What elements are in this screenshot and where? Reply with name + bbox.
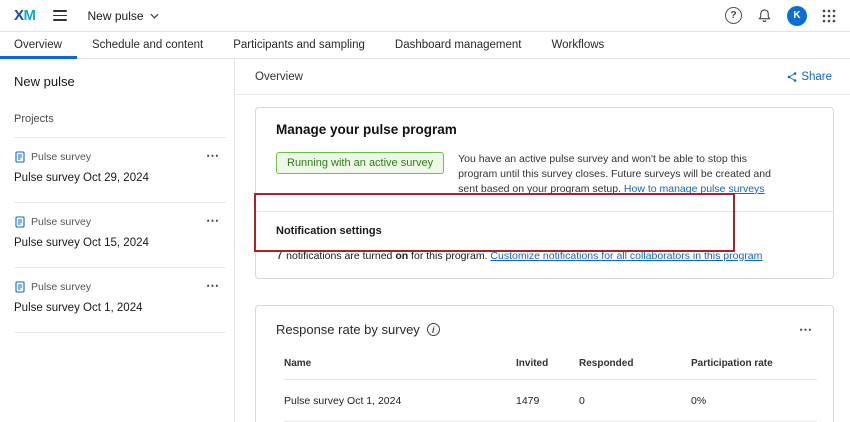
how-to-manage-link[interactable]: How to manage pulse surveys [624, 183, 765, 195]
table-row[interactable]: Pulse survey Oct 1, 2024 1479 0 0% [284, 380, 817, 422]
card-divider [256, 211, 833, 212]
project-name: Pulse survey Oct 29, 2024 [14, 172, 226, 184]
project-name: Pulse survey Oct 15, 2024 [14, 237, 226, 249]
project-options-icon[interactable]: ⋯ [202, 211, 224, 231]
project-list-item[interactable]: Pulse survey Pulse survey Oct 1, 2024 ⋯ [14, 268, 226, 333]
manage-status-row: Running with an active survey You have a… [276, 152, 813, 197]
customize-notifications-link[interactable]: Customize notifications for all collabor… [490, 250, 762, 262]
cell-invited: 1479 [516, 395, 579, 407]
response-card-options-icon[interactable]: ⋯ [795, 320, 817, 340]
project-list: Pulse survey Pulse survey Oct 29, 2024 ⋯… [14, 137, 226, 333]
status-badge: Running with an active survey [276, 152, 444, 174]
xm-logo[interactable]: XM [14, 8, 36, 23]
avatar-initial: K [793, 10, 800, 21]
cell-participation-rate: 0% [691, 395, 817, 407]
survey-document-icon [14, 151, 26, 163]
breadcrumb: Overview [255, 71, 303, 83]
response-card-title-wrap: Response rate by survey i [276, 322, 440, 337]
main-header: Overview Share [235, 59, 850, 95]
main-content: Manage your pulse program Running with a… [235, 95, 850, 422]
topbar-right: ? K [725, 6, 836, 26]
project-item-header: Pulse survey [14, 281, 226, 293]
manage-description: You have an active pulse survey and won'… [458, 152, 780, 197]
project-type-label: Pulse survey [31, 281, 91, 293]
response-card-header: Response rate by survey i ⋯ [256, 320, 833, 340]
tab-nav: Overview Schedule and content Participan… [0, 32, 850, 59]
manage-pulse-program-card: Manage your pulse program Running with a… [255, 107, 834, 279]
info-icon[interactable]: i [427, 323, 440, 336]
table-header-row: Name Invited Responded Participation rat… [284, 358, 817, 380]
cell-responded: 0 [579, 395, 691, 407]
project-item-header: Pulse survey [14, 151, 226, 163]
notification-settings-line: 7 notifications are turned on for this p… [276, 247, 813, 262]
hamburger-menu-icon[interactable] [51, 6, 69, 25]
tab-participants-and-sampling[interactable]: Participants and sampling [218, 32, 380, 58]
survey-document-icon [14, 216, 26, 228]
response-rate-table: Name Invited Responded Participation rat… [284, 358, 817, 422]
notifications-bell-icon[interactable] [757, 8, 772, 23]
main-panel: Overview Share Manage your pulse program… [235, 59, 850, 422]
share-icon [786, 71, 798, 83]
chevron-down-icon [150, 13, 159, 19]
survey-document-icon [14, 281, 26, 293]
project-type-label: Pulse survey [31, 216, 91, 228]
project-type-label: Pulse survey [31, 151, 91, 163]
share-button[interactable]: Share [784, 69, 834, 85]
page-body: New pulse Projects Pulse survey Pulse su… [0, 59, 850, 422]
sidebar-projects-label: Projects [0, 113, 234, 125]
program-selector-label: New pulse [88, 9, 144, 23]
cell-survey-name: Pulse survey Oct 1, 2024 [284, 395, 516, 407]
sidebar: New pulse Projects Pulse survey Pulse su… [0, 59, 235, 422]
tab-workflows[interactable]: Workflows [536, 32, 619, 58]
topbar-left: XM New pulse [14, 6, 163, 25]
column-header-invited: Invited [516, 358, 579, 369]
project-item-header: Pulse survey [14, 216, 226, 228]
logo-letter-m: M [24, 7, 36, 24]
tab-dashboard-management[interactable]: Dashboard management [380, 32, 537, 58]
column-header-name: Name [284, 358, 516, 369]
tab-overview[interactable]: Overview [0, 32, 77, 58]
share-label: Share [801, 71, 832, 83]
program-selector[interactable]: New pulse [84, 7, 163, 25]
notification-settings-heading: Notification settings [276, 225, 813, 237]
project-options-icon[interactable]: ⋯ [202, 146, 224, 166]
response-rate-card: Response rate by survey i ⋯ Name Invited… [255, 305, 834, 422]
top-bar: XM New pulse ? K [0, 0, 850, 32]
project-options-icon[interactable]: ⋯ [202, 276, 224, 296]
sidebar-title: New pulse [0, 74, 234, 89]
app-grid-icon[interactable] [822, 9, 836, 23]
project-name: Pulse survey Oct 1, 2024 [14, 302, 226, 314]
notification-text-2: for this program. [408, 250, 490, 262]
column-header-participation-rate: Participation rate [691, 358, 817, 369]
notification-settings-section: Notification settings 7 notifications ar… [276, 225, 813, 262]
project-list-item[interactable]: Pulse survey Pulse survey Oct 15, 2024 ⋯ [14, 203, 226, 268]
project-list-item[interactable]: Pulse survey Pulse survey Oct 29, 2024 ⋯ [14, 138, 226, 203]
notification-text-1: notifications are turned [283, 250, 395, 262]
tab-schedule-and-content[interactable]: Schedule and content [77, 32, 218, 58]
logo-letter-x: X [14, 7, 24, 24]
response-card-title: Response rate by survey [276, 322, 420, 337]
column-header-responded: Responded [579, 358, 691, 369]
user-avatar[interactable]: K [787, 6, 807, 26]
manage-card-title: Manage your pulse program [276, 122, 813, 137]
notification-on-state: on [395, 250, 408, 262]
help-icon[interactable]: ? [725, 7, 742, 24]
